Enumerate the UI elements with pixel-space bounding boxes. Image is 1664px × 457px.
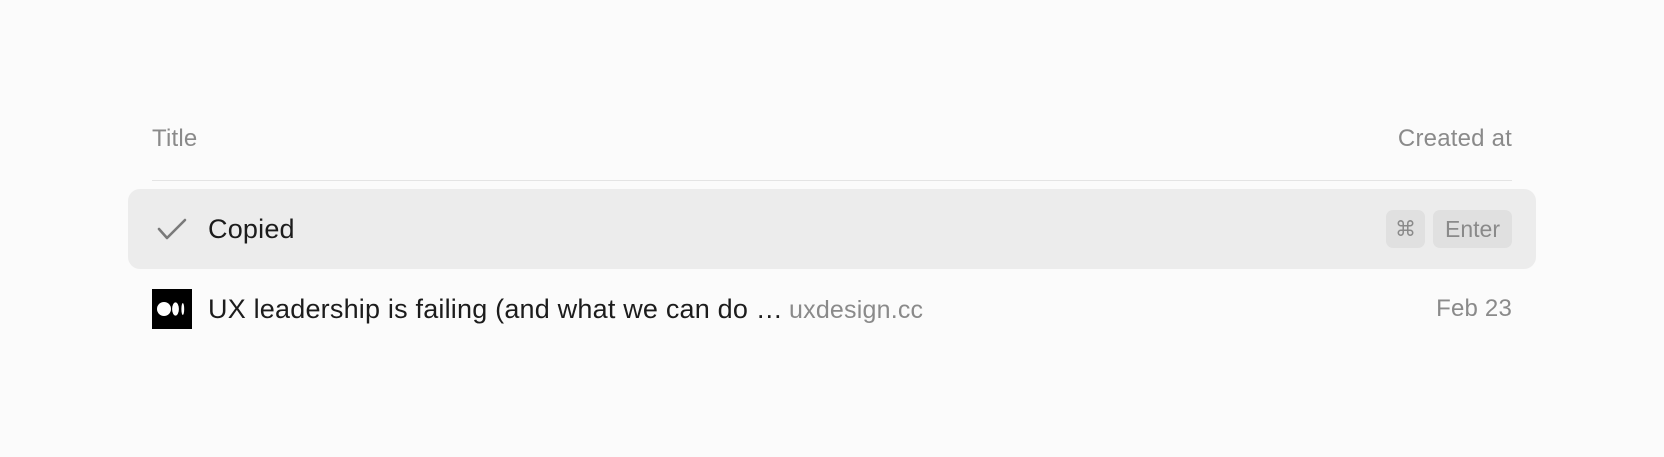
row-created-date: Feb 23	[1436, 295, 1512, 322]
table-row[interactable]: UX leadership is failing (and what we ca…	[128, 269, 1536, 349]
row-domain: uxdesign.cc	[789, 296, 924, 324]
medium-logo-icon	[152, 289, 192, 329]
row-title-wrap: UX leadership is failing (and what we ca…	[208, 269, 923, 349]
check-icon	[152, 209, 192, 249]
table-row-selected[interactable]: Copied ⌘ Enter	[128, 189, 1536, 269]
row-title: Copied	[208, 214, 295, 244]
command-key: ⌘	[1386, 210, 1426, 248]
table-header: Title Created at	[152, 117, 1512, 181]
bookmark-table: Title Created at Copied ⌘ Enter UX leade…	[0, 0, 1664, 457]
column-header-created-at[interactable]: Created at	[1398, 125, 1512, 153]
column-header-title[interactable]: Title	[152, 125, 197, 153]
keyboard-shortcut: ⌘ Enter	[1386, 210, 1512, 248]
row-title: UX leadership is failing (and what we ca…	[208, 294, 784, 324]
enter-key: Enter	[1433, 210, 1512, 248]
